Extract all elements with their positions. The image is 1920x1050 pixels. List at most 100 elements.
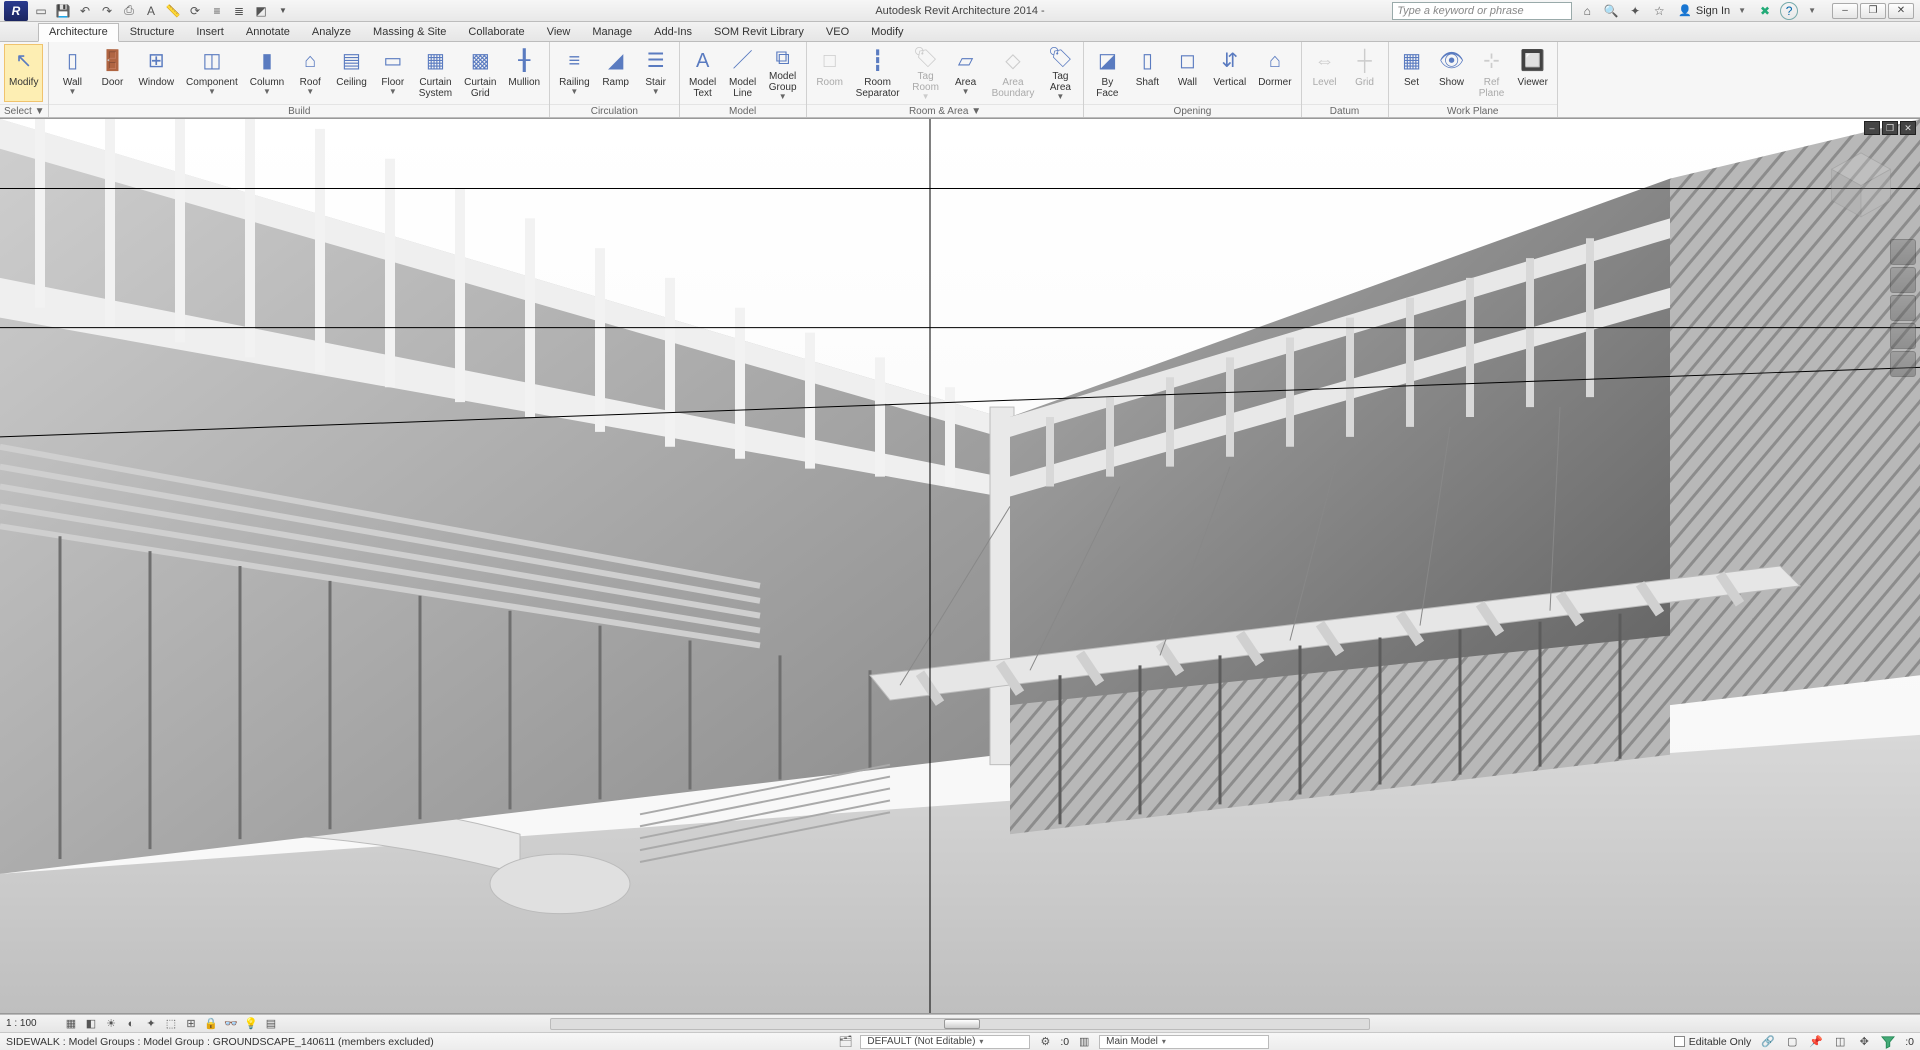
tab-insert[interactable]: Insert — [185, 23, 235, 41]
show-crop-icon[interactable]: ⊞ — [184, 1017, 198, 1031]
exchange-apps-icon[interactable]: ✖ — [1756, 2, 1774, 20]
dormer-button[interactable]: ⌂Dormer — [1253, 44, 1296, 102]
visual-style-icon[interactable]: ◧ — [84, 1017, 98, 1031]
favorite-icon[interactable]: ☆ — [1650, 2, 1668, 20]
sun-path-icon[interactable]: ☀ — [104, 1017, 118, 1031]
model-line-button[interactable]: ／Model Line — [724, 44, 762, 102]
shaft-button[interactable]: ▯Shaft — [1128, 44, 1166, 102]
sign-in-button[interactable]: 👤 Sign In ▼ — [1674, 4, 1750, 17]
tab-view[interactable]: View — [536, 23, 582, 41]
window-button[interactable]: ⊞Window — [133, 44, 179, 102]
worksharing-requests-icon[interactable]: ⚙ — [1038, 1035, 1052, 1049]
temp-hide-icon[interactable]: 👓 — [224, 1017, 238, 1031]
view-scale[interactable]: 1 : 100 — [6, 1018, 56, 1029]
maximize-button[interactable]: ❐ — [1860, 3, 1886, 19]
measure-icon[interactable]: 📏 — [164, 2, 182, 20]
orbit-icon[interactable] — [1890, 323, 1916, 349]
model-text-button[interactable]: AModel Text — [684, 44, 722, 102]
column-button[interactable]: ▮Column▼ — [245, 44, 289, 102]
view-cube[interactable] — [1820, 143, 1902, 225]
filter-icon[interactable] — [1881, 1035, 1895, 1049]
show-button[interactable]: 👁Show — [1433, 44, 1471, 102]
open-icon[interactable]: ▭ — [32, 2, 50, 20]
curtain-system-button[interactable]: ▦Curtain System — [414, 44, 457, 102]
help-dropdown-icon[interactable]: ▼ — [1808, 6, 1816, 15]
by-face-button[interactable]: ◪By Face — [1088, 44, 1126, 102]
tab-modify[interactable]: Modify — [860, 23, 914, 41]
tab-structure[interactable]: Structure — [119, 23, 186, 41]
worksharing-display-icon[interactable]: ▤ — [264, 1017, 278, 1031]
steering-wheel-icon[interactable] — [1890, 239, 1916, 265]
wall-button[interactable]: ▯Wall▼ — [53, 44, 91, 102]
drawing-area[interactable]: – ❐ ✕ — [0, 118, 1920, 1014]
reveal-hidden-icon[interactable]: 💡 — [244, 1017, 258, 1031]
horizontal-scrollbar[interactable] — [550, 1018, 1370, 1030]
save-icon[interactable]: 💾 — [54, 2, 72, 20]
tab-veo[interactable]: VEO — [815, 23, 860, 41]
design-options-icon[interactable]: ▥ — [1077, 1035, 1091, 1049]
select-links-icon[interactable]: 🔗 — [1761, 1035, 1775, 1049]
component-button[interactable]: ◫Component▼ — [181, 44, 243, 102]
view-close-button[interactable]: ✕ — [1900, 121, 1916, 135]
qat-customize-icon[interactable]: ▼ — [274, 2, 292, 20]
tab-analyze[interactable]: Analyze — [301, 23, 362, 41]
text-icon[interactable]: A — [142, 2, 160, 20]
workset-icon[interactable]: 🗂 — [838, 1035, 852, 1049]
set-button[interactable]: ▦Set — [1393, 44, 1431, 102]
railing-button[interactable]: ≡Railing▼ — [554, 44, 595, 102]
help-icon[interactable]: ? — [1780, 2, 1798, 20]
curtain-grid-button[interactable]: ▩Curtain Grid — [459, 44, 501, 102]
room-separator-button[interactable]: ┇Room Separator — [851, 44, 905, 102]
viewer-button[interactable]: 🔲Viewer — [1513, 44, 1553, 102]
vertical-button[interactable]: ⇵Vertical — [1208, 44, 1251, 102]
drag-elements-icon[interactable]: ✥ — [1857, 1035, 1871, 1049]
tab-collaborate[interactable]: Collaborate — [457, 23, 535, 41]
editable-only-checkbox[interactable]: Editable Only — [1674, 1036, 1751, 1048]
sync-icon[interactable]: ⟳ — [186, 2, 204, 20]
zoom-icon[interactable] — [1890, 295, 1916, 321]
shadows-icon[interactable]: ◐ — [124, 1017, 138, 1031]
infocenter-search-input[interactable]: Type a keyword or phrase — [1392, 2, 1572, 20]
model-group-button[interactable]: ⧉Model Group▼ — [764, 44, 802, 102]
key-icon[interactable]: ✦ — [1626, 2, 1644, 20]
search-go-icon[interactable]: 🔍 — [1602, 2, 1620, 20]
tab-annotate[interactable]: Annotate — [235, 23, 301, 41]
tab-massing-site[interactable]: Massing & Site — [362, 23, 457, 41]
select-face-icon[interactable]: ◫ — [1833, 1035, 1847, 1049]
design-options-dropdown[interactable]: Main Model▾ — [1099, 1035, 1269, 1049]
active-workset-dropdown[interactable]: DEFAULT (Not Editable)▾ — [860, 1035, 1030, 1049]
minimize-button[interactable]: – — [1832, 3, 1858, 19]
select-underlay-icon[interactable]: ▢ — [1785, 1035, 1799, 1049]
lock-3d-icon[interactable]: 🔒 — [204, 1017, 218, 1031]
print-icon[interactable]: ⎙ — [120, 2, 138, 20]
crop-view-icon[interactable]: ⬚ — [164, 1017, 178, 1031]
view-maximize-button[interactable]: ❐ — [1882, 121, 1898, 135]
view-minimize-button[interactable]: – — [1864, 121, 1880, 135]
tag-area-button[interactable]: 🏷Tag Area▼ — [1041, 44, 1079, 102]
door-button[interactable]: 🚪Door — [93, 44, 131, 102]
ramp-button[interactable]: ◢Ramp — [597, 44, 635, 102]
select-pinned-icon[interactable]: 📌 — [1809, 1035, 1823, 1049]
redo-icon[interactable]: ↷ — [98, 2, 116, 20]
align-icon[interactable]: ≡ — [208, 2, 226, 20]
area-button[interactable]: ▱Area▼ — [947, 44, 985, 102]
floor-button[interactable]: ▭Floor▼ — [374, 44, 412, 102]
subscription-icon[interactable]: ⌂ — [1578, 2, 1596, 20]
detail-level-icon[interactable]: ▦ — [64, 1017, 78, 1031]
wall-button[interactable]: ◻Wall — [1168, 44, 1206, 102]
close-hidden-icon[interactable]: ◩ — [252, 2, 270, 20]
lookat-icon[interactable] — [1890, 351, 1916, 377]
scrollbar-thumb[interactable] — [944, 1019, 980, 1029]
roof-button[interactable]: ⌂Roof▼ — [291, 44, 329, 102]
tab-som-revit-library[interactable]: SOM Revit Library — [703, 23, 815, 41]
mullion-button[interactable]: ╂Mullion — [503, 44, 545, 102]
undo-icon[interactable]: ↶ — [76, 2, 94, 20]
thin-lines-icon[interactable]: ≣ — [230, 2, 248, 20]
application-menu-button[interactable]: R — [4, 1, 28, 21]
tab-add-ins[interactable]: Add-Ins — [643, 23, 703, 41]
tab-architecture[interactable]: Architecture — [38, 23, 119, 42]
rendering-icon[interactable]: ✦ — [144, 1017, 158, 1031]
stair-button[interactable]: ☰Stair▼ — [637, 44, 675, 102]
ceiling-button[interactable]: ▤Ceiling — [331, 44, 372, 102]
tab-manage[interactable]: Manage — [581, 23, 643, 41]
